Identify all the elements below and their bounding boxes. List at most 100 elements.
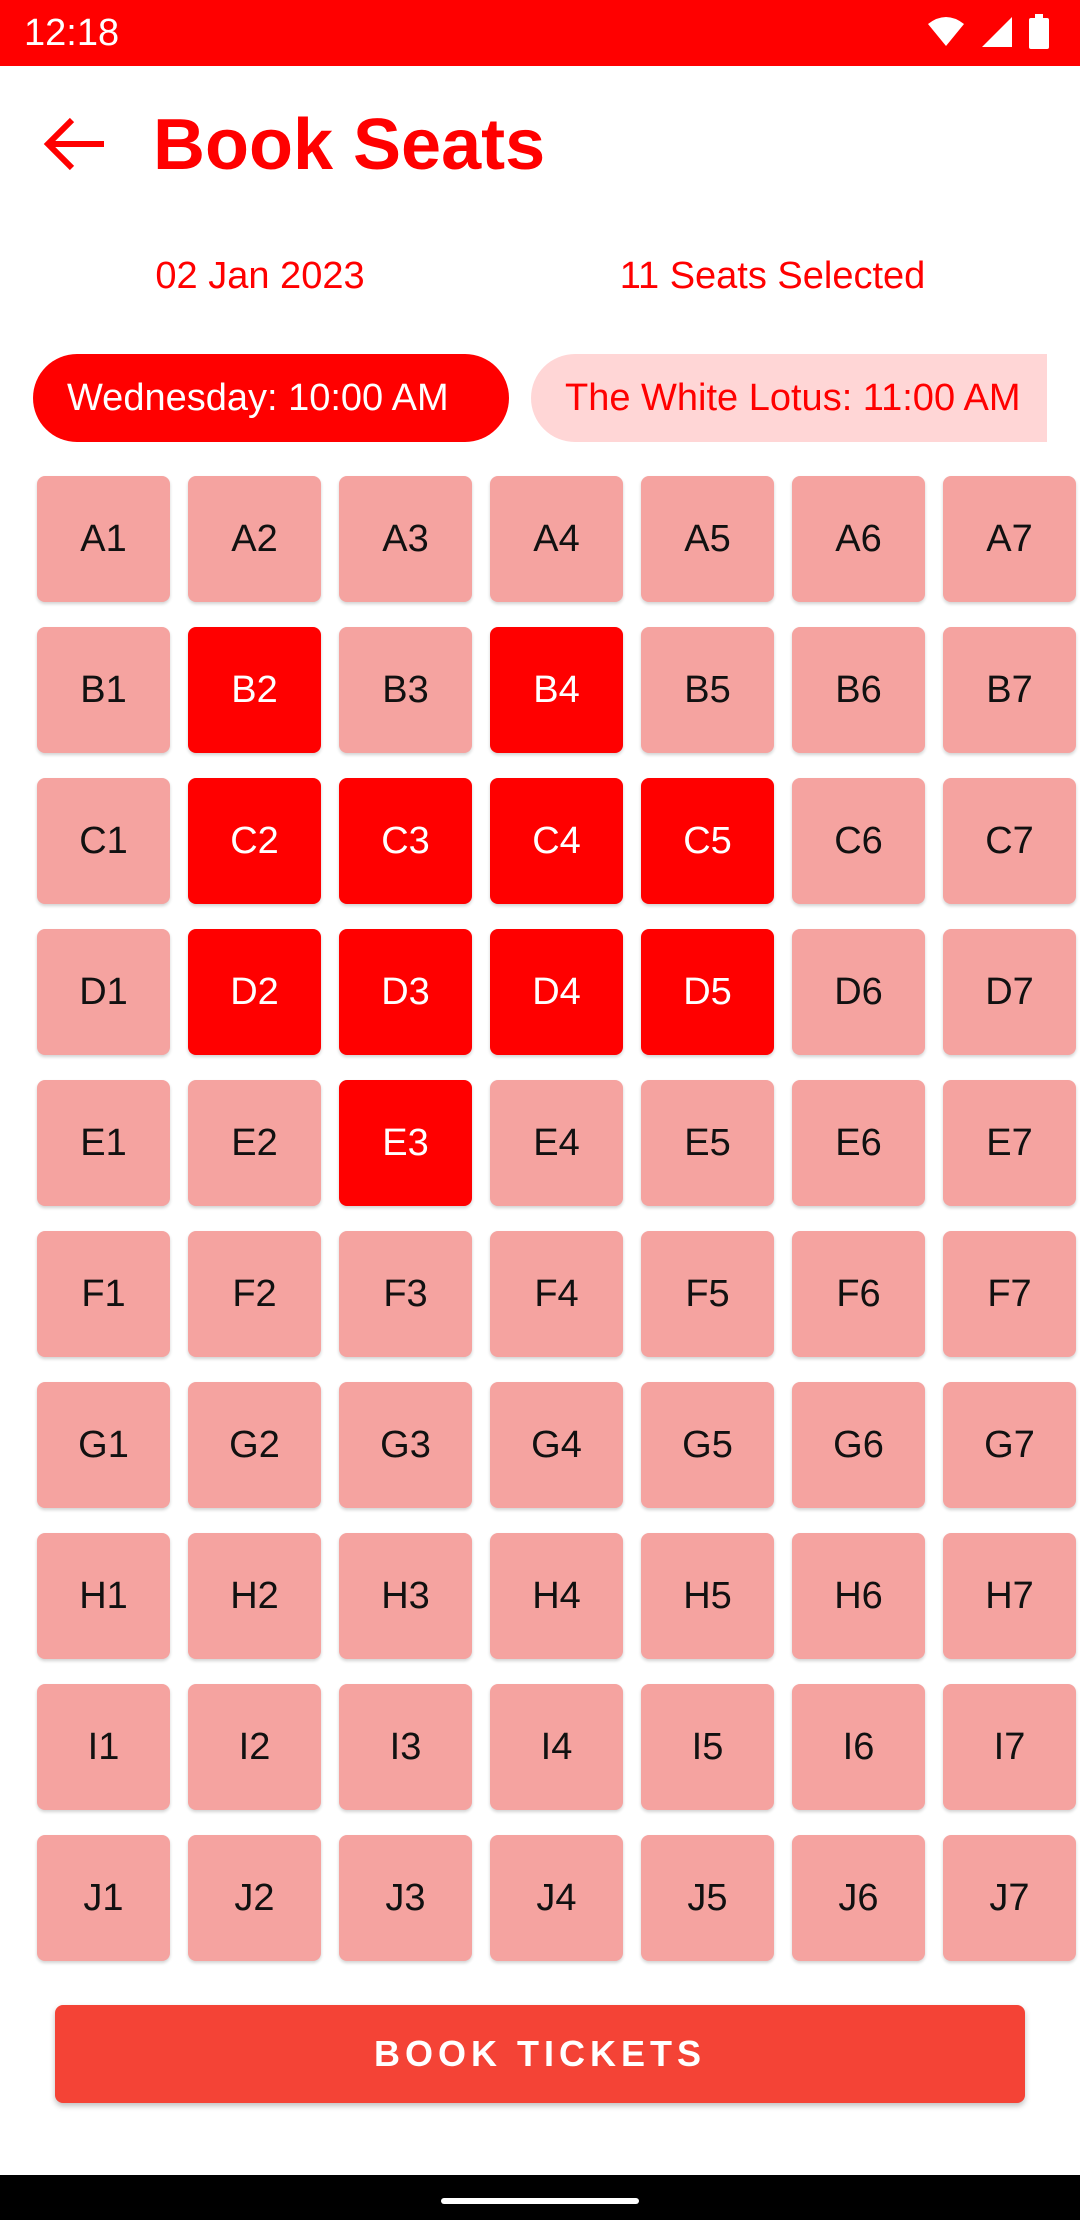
seat-e1[interactable]: E1	[37, 1080, 170, 1206]
arrow-left-icon	[40, 114, 110, 179]
seat-d7[interactable]: D7	[943, 929, 1076, 1055]
seat-h3[interactable]: H3	[339, 1533, 472, 1659]
seat-j1[interactable]: J1	[37, 1835, 170, 1961]
status-bar: 12:18	[0, 0, 1080, 66]
showtime-chip[interactable]: The White Lotus: 11:00 AM	[531, 354, 1047, 442]
seat-a2[interactable]: A2	[188, 476, 321, 602]
seat-f6[interactable]: F6	[792, 1231, 925, 1357]
seat-f5[interactable]: F5	[641, 1231, 774, 1357]
navigation-bar	[0, 2175, 1080, 2220]
seat-f3[interactable]: F3	[339, 1231, 472, 1357]
booking-date: 02 Jan 2023	[155, 255, 365, 297]
showtime-chips: Wednesday: 10:00 AM The White Lotus: 11:…	[33, 354, 1047, 442]
seat-row: I1 I2 I3 I4 I5 I6 I7	[37, 1684, 1080, 1810]
seat-h1[interactable]: H1	[37, 1533, 170, 1659]
seat-g1[interactable]: G1	[37, 1382, 170, 1508]
seat-i2[interactable]: I2	[188, 1684, 321, 1810]
seat-a4[interactable]: A4	[490, 476, 623, 602]
seat-d6[interactable]: D6	[792, 929, 925, 1055]
seat-row: J1 J2 J3 J4 J5 J6 J7	[37, 1835, 1080, 1961]
seat-a7[interactable]: A7	[943, 476, 1076, 602]
book-tickets-button[interactable]: BOOK TICKETS	[55, 2005, 1025, 2103]
seat-b7[interactable]: B7	[943, 627, 1076, 753]
back-button[interactable]	[30, 106, 120, 186]
seat-b6[interactable]: B6	[792, 627, 925, 753]
booking-info: 02 Jan 2023 11 Seats Selected	[0, 246, 1080, 306]
seat-h6[interactable]: H6	[792, 1533, 925, 1659]
seat-f7[interactable]: F7	[943, 1231, 1076, 1357]
seat-j3[interactable]: J3	[339, 1835, 472, 1961]
seat-e7[interactable]: E7	[943, 1080, 1076, 1206]
seat-row: C1 C2 C3 C4 C5 C6 C7	[37, 778, 1080, 904]
seat-d3[interactable]: D3	[339, 929, 472, 1055]
seat-grid: A1 A2 A3 A4 A5 A6 A7 B1 B2 B3 B4 B5 B6 B7 C1 C2 C3 C4 C5 C6…	[37, 476, 1080, 1986]
showtime-chip-active[interactable]: Wednesday: 10:00 AM	[33, 354, 509, 442]
app-bar: Book Seats	[0, 66, 1080, 226]
seat-e3[interactable]: E3	[339, 1080, 472, 1206]
seat-row: F1 F2 F3 F4 F5 F6 F7	[37, 1231, 1080, 1357]
seat-g2[interactable]: G2	[188, 1382, 321, 1508]
seat-a1[interactable]: A1	[37, 476, 170, 602]
seat-a3[interactable]: A3	[339, 476, 472, 602]
seat-b1[interactable]: B1	[37, 627, 170, 753]
seat-j2[interactable]: J2	[188, 1835, 321, 1961]
seat-row: G1 G2 G3 G4 G5 G6 G7	[37, 1382, 1080, 1508]
seat-c5[interactable]: C5	[641, 778, 774, 904]
seat-c3[interactable]: C3	[339, 778, 472, 904]
seat-g7[interactable]: G7	[943, 1382, 1076, 1508]
seat-e5[interactable]: E5	[641, 1080, 774, 1206]
seat-c6[interactable]: C6	[792, 778, 925, 904]
seat-g6[interactable]: G6	[792, 1382, 925, 1508]
seat-h4[interactable]: H4	[490, 1533, 623, 1659]
seat-b3[interactable]: B3	[339, 627, 472, 753]
seat-i3[interactable]: I3	[339, 1684, 472, 1810]
seat-b2[interactable]: B2	[188, 627, 321, 753]
seat-f2[interactable]: F2	[188, 1231, 321, 1357]
seat-b4[interactable]: B4	[490, 627, 623, 753]
seat-row: B1 B2 B3 B4 B5 B6 B7	[37, 627, 1080, 753]
seat-c1[interactable]: C1	[37, 778, 170, 904]
seat-row: E1 E2 E3 E4 E5 E6 E7	[37, 1080, 1080, 1206]
seat-g4[interactable]: G4	[490, 1382, 623, 1508]
seat-j6[interactable]: J6	[792, 1835, 925, 1961]
seat-j4[interactable]: J4	[490, 1835, 623, 1961]
seat-j5[interactable]: J5	[641, 1835, 774, 1961]
signal-icon	[980, 15, 1014, 54]
seat-i4[interactable]: I4	[490, 1684, 623, 1810]
status-icons	[926, 13, 1050, 55]
seat-i7[interactable]: I7	[943, 1684, 1076, 1810]
seat-f4[interactable]: F4	[490, 1231, 623, 1357]
seat-g5[interactable]: G5	[641, 1382, 774, 1508]
seat-a6[interactable]: A6	[792, 476, 925, 602]
seat-i6[interactable]: I6	[792, 1684, 925, 1810]
battery-icon	[1028, 13, 1050, 55]
seat-h5[interactable]: H5	[641, 1533, 774, 1659]
seat-j7[interactable]: J7	[943, 1835, 1076, 1961]
seat-c7[interactable]: C7	[943, 778, 1076, 904]
seat-a5[interactable]: A5	[641, 476, 774, 602]
seats-selected-count: 11 Seats Selected	[619, 255, 926, 297]
page-title: Book Seats	[153, 105, 546, 185]
seat-e6[interactable]: E6	[792, 1080, 925, 1206]
seat-g3[interactable]: G3	[339, 1382, 472, 1508]
home-gesture-handle[interactable]	[441, 2198, 639, 2204]
seat-row: D1 D2 D3 D4 D5 D6 D7	[37, 929, 1080, 1055]
seat-i1[interactable]: I1	[37, 1684, 170, 1810]
seat-f1[interactable]: F1	[37, 1231, 170, 1357]
seat-d4[interactable]: D4	[490, 929, 623, 1055]
seat-e2[interactable]: E2	[188, 1080, 321, 1206]
wifi-icon	[926, 16, 966, 53]
seat-b5[interactable]: B5	[641, 627, 774, 753]
seat-h2[interactable]: H2	[188, 1533, 321, 1659]
seat-d5[interactable]: D5	[641, 929, 774, 1055]
seat-c2[interactable]: C2	[188, 778, 321, 904]
seat-e4[interactable]: E4	[490, 1080, 623, 1206]
seat-d1[interactable]: D1	[37, 929, 170, 1055]
seat-row: H1 H2 H3 H4 H5 H6 H7	[37, 1533, 1080, 1659]
status-time: 12:18	[24, 12, 120, 54]
seat-row: A1 A2 A3 A4 A5 A6 A7	[37, 476, 1080, 602]
seat-c4[interactable]: C4	[490, 778, 623, 904]
seat-d2[interactable]: D2	[188, 929, 321, 1055]
seat-h7[interactable]: H7	[943, 1533, 1076, 1659]
seat-i5[interactable]: I5	[641, 1684, 774, 1810]
